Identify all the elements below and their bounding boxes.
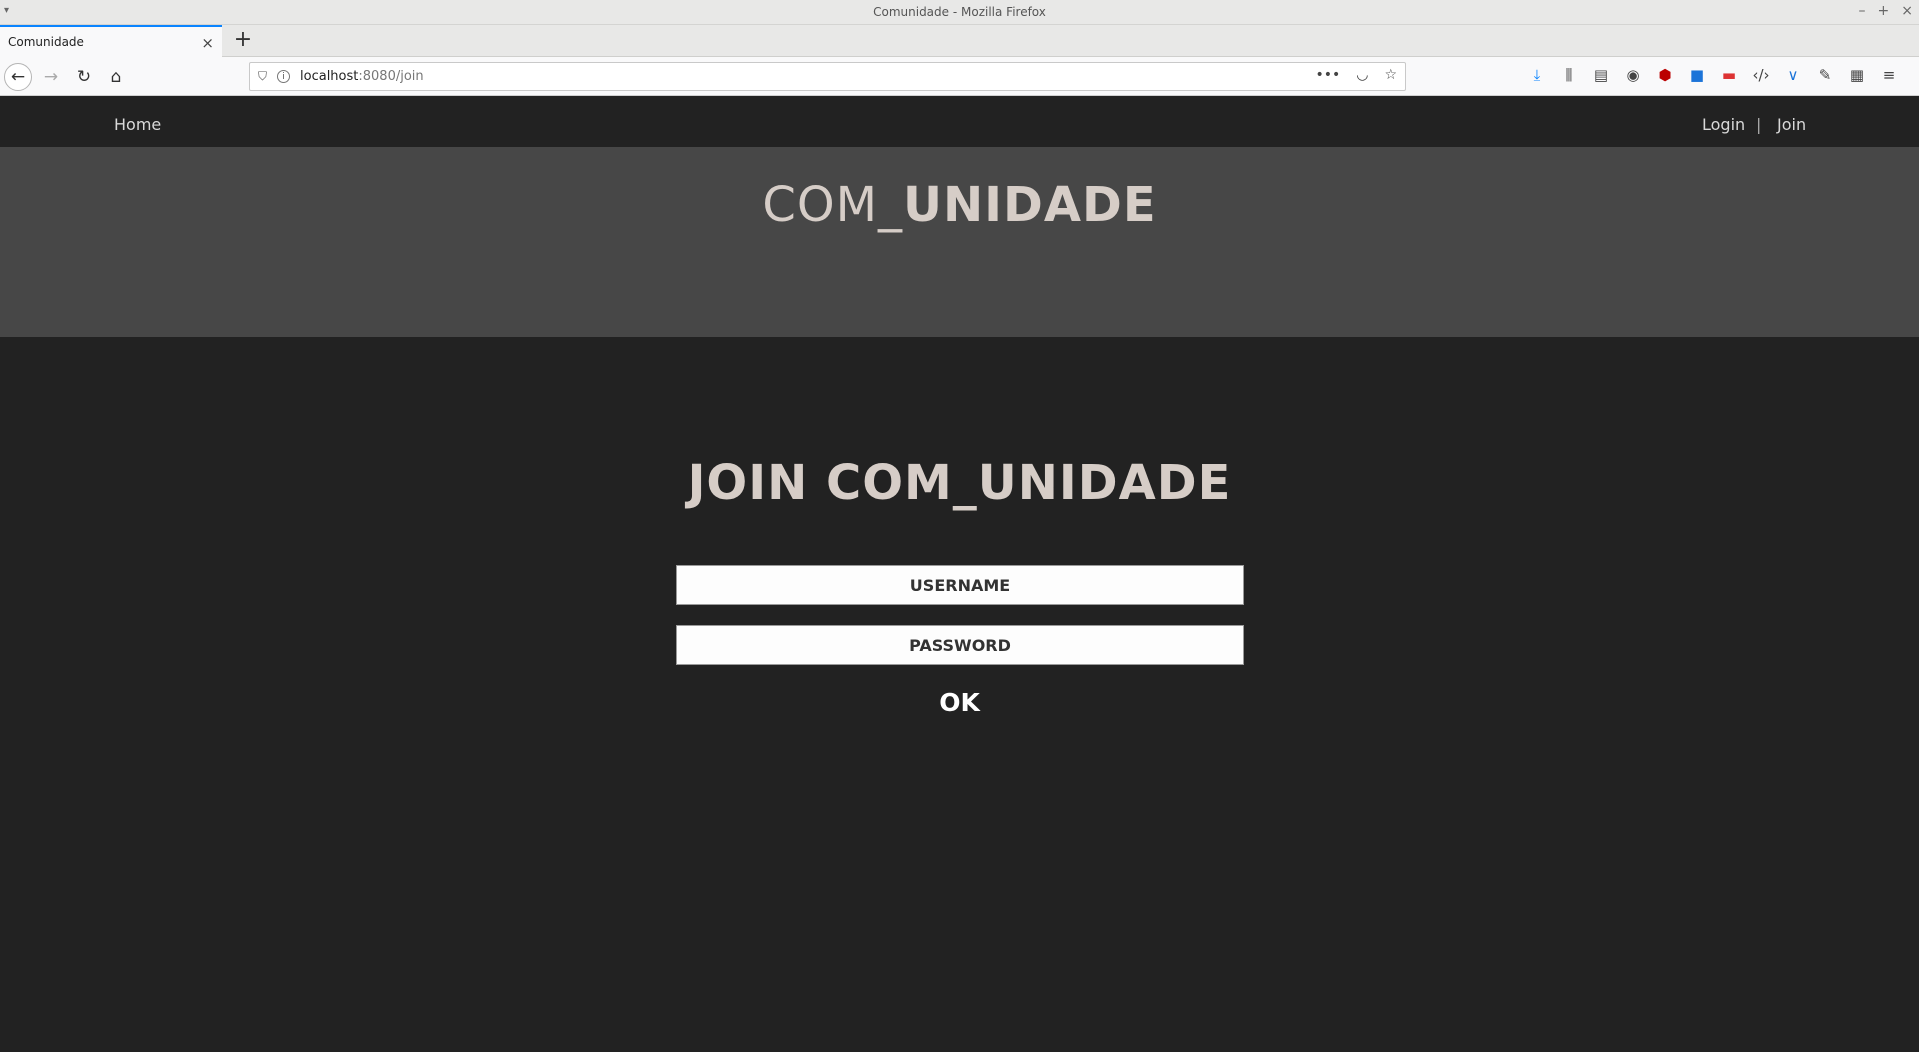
devtools-icon[interactable]: ‹/› bbox=[1752, 66, 1770, 84]
url-bar[interactable]: ⛉ i localhost:8080/join ••• ◡ ☆ bbox=[249, 62, 1406, 91]
ublock-icon[interactable]: ⬢ bbox=[1656, 66, 1674, 84]
back-icon[interactable]: ← bbox=[4, 63, 32, 91]
nav-toolbar: ← → ↻ ⌂ ⛉ i localhost:8080/join ••• ◡ ☆ … bbox=[0, 57, 1919, 96]
brand-light-text: COM_ bbox=[762, 177, 904, 233]
hero-banner: COM_UNIDADE bbox=[0, 147, 1919, 337]
reload-icon[interactable]: ↻ bbox=[70, 63, 98, 91]
join-title-brand: UNIDADE bbox=[977, 455, 1232, 511]
join-title-light: COM_ bbox=[808, 455, 978, 511]
bookmark-star-icon[interactable]: ☆ bbox=[1384, 67, 1397, 83]
page-actions-icon[interactable]: ••• bbox=[1315, 67, 1340, 83]
site-info-icon[interactable]: i bbox=[277, 70, 291, 83]
window-title: Comunidade - Mozilla Firefox bbox=[873, 5, 1046, 19]
pocket-icon[interactable]: ◡ bbox=[1356, 67, 1368, 83]
extension-badge-icon[interactable]: ▬ bbox=[1720, 66, 1738, 84]
home-icon[interactable]: ⌂ bbox=[102, 63, 130, 91]
maximize-icon[interactable]: + bbox=[1878, 3, 1890, 19]
site-brand-title: COM_UNIDADE bbox=[0, 177, 1919, 233]
url-actions: ••• ◡ ☆ bbox=[1315, 67, 1397, 83]
web-page: Home Login | Join COM_UNIDADE JOIN COM_U… bbox=[0, 97, 1919, 1052]
join-title-bold: JOIN bbox=[687, 455, 809, 511]
tracking-shield-icon[interactable]: ⛉ bbox=[258, 69, 267, 84]
submit-row: OK bbox=[0, 688, 1919, 717]
minimize-icon[interactable]: – bbox=[1859, 3, 1866, 19]
nav-join-link[interactable]: Join bbox=[1777, 115, 1806, 134]
eyedropper-icon[interactable]: ✎ bbox=[1816, 66, 1834, 84]
site-navbar: Home Login | Join bbox=[0, 97, 1919, 147]
toolbar-extensions: ⤓ ⫼ ▤ ◉ ⬢ ■ ▬ ‹/› ∨ ✎ ▦ ≡ bbox=[1528, 66, 1898, 84]
downloads-icon[interactable]: ⤓ bbox=[1528, 66, 1546, 84]
window-menu-icon[interactable]: ▾ bbox=[4, 5, 9, 16]
join-page-title: JOIN COM_UNIDADE bbox=[0, 455, 1919, 511]
hamburger-menu-icon[interactable]: ≡ bbox=[1880, 66, 1898, 84]
account-icon[interactable]: ◉ bbox=[1624, 66, 1642, 84]
url-path: :8080/join bbox=[358, 69, 424, 84]
window-titlebar: ▾ Comunidade - Mozilla Firefox – + × bbox=[0, 0, 1919, 25]
brand-bold-text: UNIDADE bbox=[903, 177, 1157, 233]
url-text[interactable]: localhost:8080/join bbox=[300, 69, 424, 84]
extension-s-icon[interactable]: ■ bbox=[1688, 66, 1706, 84]
username-input[interactable] bbox=[676, 565, 1244, 605]
new-tab-icon[interactable]: + bbox=[230, 27, 256, 52]
close-window-icon[interactable]: × bbox=[1901, 3, 1913, 19]
tab-strip: Comunidade × + bbox=[0, 25, 1919, 57]
password-input[interactable] bbox=[676, 625, 1244, 665]
tab-comunidade[interactable]: Comunidade × bbox=[0, 25, 222, 57]
forward-icon[interactable]: → bbox=[37, 63, 65, 91]
library-icon[interactable]: ⫼ bbox=[1560, 66, 1578, 84]
url-host: localhost bbox=[300, 69, 359, 84]
window-controls: – + × bbox=[1859, 3, 1913, 19]
tab-label: Comunidade bbox=[8, 35, 84, 49]
sidebar-icon[interactable]: ▤ bbox=[1592, 66, 1610, 84]
close-tab-icon[interactable]: × bbox=[201, 34, 214, 52]
vue-devtools-icon[interactable]: ∨ bbox=[1784, 66, 1802, 84]
nav-login-link[interactable]: Login bbox=[1702, 115, 1745, 134]
nav-separator: | bbox=[1756, 115, 1762, 134]
extensions-icon[interactable]: ▦ bbox=[1848, 66, 1866, 84]
ok-button[interactable]: OK bbox=[929, 686, 990, 719]
nav-home-link[interactable]: Home bbox=[114, 115, 161, 134]
